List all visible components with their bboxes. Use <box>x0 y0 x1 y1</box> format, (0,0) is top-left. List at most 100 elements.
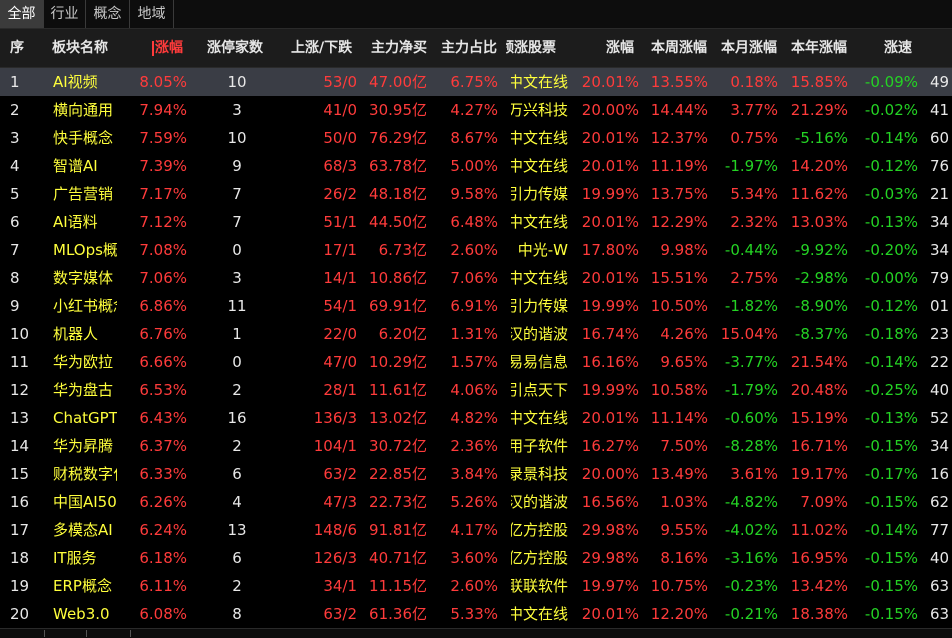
cell-extra: 01 <box>930 297 950 315</box>
table-row[interactable]: 1 AI视频 8.05% 10 53/0 47.00亿 6.75% 中文在线 20.01% 13.… <box>0 68 952 96</box>
cell-week: 10.58% <box>650 381 708 399</box>
cell-year: 15.19% <box>790 409 848 427</box>
cell-chg: 6.76% <box>139 325 187 343</box>
cell-leader: 引力传媒 <box>511 297 568 315</box>
cell-extra: 49 <box>930 73 950 91</box>
cell-netbuy: 10.86亿 <box>369 269 427 287</box>
cell-limit: 7 <box>232 185 242 203</box>
cell-week: 1.03% <box>660 493 708 511</box>
cell-idx: 13 <box>10 409 30 427</box>
table-row[interactable]: 15 财税数字化 6.33% 6 63/2 22.85亿 3.84% 录景科技 20.00% 13… <box>0 460 952 488</box>
table-row[interactable]: 3 快手概念 7.59% 10 50/0 76.29亿 8.67% 中文在线 20.01% 12.… <box>0 124 952 152</box>
cell-speed: -0.12% <box>864 297 918 315</box>
tab-region[interactable]: 地域 <box>130 0 174 28</box>
col-year-change[interactable]: 本年涨幅 <box>791 29 851 67</box>
cell-ratio: 7.06% <box>450 269 498 287</box>
table-header: 序 板块名称 涨幅 涨停家数 上涨/下跌 主力净买 主力占比 领涨股票 涨幅 本… <box>0 29 952 68</box>
table-row[interactable]: 20 Web3.0 6.08% 8 63/2 61.36亿 5.33% 中文在线 20.01% 1… <box>0 600 952 628</box>
cell-lchg: 16.27% <box>581 437 639 455</box>
cell-year: -8.90% <box>794 297 848 315</box>
table-row[interactable]: 10 机器人 6.76% 1 22/0 6.20亿 1.31% 汉的谐波 16.74% 4.26%… <box>0 320 952 348</box>
cell-leader: 中文在线 <box>511 409 568 427</box>
cell-netbuy: 11.15亿 <box>369 577 427 595</box>
col-speed[interactable]: 涨速 <box>884 29 918 67</box>
col-change-sorted[interactable]: 涨幅 <box>152 29 192 67</box>
cell-ratio: 1.31% <box>450 325 498 343</box>
cell-extra: 21 <box>930 185 950 203</box>
col-leading-stock[interactable]: 领涨股票 <box>506 29 570 67</box>
cell-name: 华为昇腾 <box>53 437 114 455</box>
tab-all[interactable]: 全部 <box>0 0 44 28</box>
cell-ratio: 1.57% <box>450 353 498 371</box>
table-row[interactable]: 4 智谱AI 7.39% 9 68/3 63.78亿 5.00% 中文在线 20.01% 11.1… <box>0 152 952 180</box>
col-month-change[interactable]: 本月涨幅 <box>721 29 781 67</box>
table-row[interactable]: 17 多模态AI 6.24% 13 148/6 91.81亿 4.17% 亿方控股 29.98%… <box>0 516 952 544</box>
col-week-change[interactable]: 本周涨幅 <box>651 29 713 67</box>
cell-lchg: 16.74% <box>581 325 639 343</box>
table-row[interactable]: 6 AI语料 7.12% 7 51/1 44.50亿 6.48% 中文在线 20.01% 12.2… <box>0 208 952 236</box>
cell-chg: 6.66% <box>139 353 187 371</box>
cell-netbuy: 48.18亿 <box>369 185 427 203</box>
cell-leader: 中文在线 <box>511 73 568 91</box>
cell-week: 11.14% <box>650 409 708 427</box>
table-row[interactable]: 5 广告营销 7.17% 7 26/2 48.18亿 9.58% 引力传媒 19.99% 13.7… <box>0 180 952 208</box>
cell-lchg: 17.80% <box>581 241 639 259</box>
cell-updown: 63/2 <box>323 605 357 623</box>
col-sector-name[interactable]: 板块名称 <box>52 29 132 67</box>
cell-idx: 12 <box>10 381 30 399</box>
cell-speed: -0.12% <box>864 157 918 175</box>
cell-lchg: 20.01% <box>581 157 639 175</box>
cell-week: 9.98% <box>660 241 708 259</box>
cell-month: -8.28% <box>724 437 778 455</box>
table-row[interactable]: 16 中国AI50 6.26% 4 47/3 22.73亿 5.26% 汉的谐波 16.56% 1… <box>0 488 952 516</box>
cell-ratio: 6.48% <box>450 213 498 231</box>
cell-idx: 2 <box>10 101 20 119</box>
cell-limit: 9 <box>232 157 242 175</box>
col-main-ratio[interactable]: 主力占比 <box>441 29 499 67</box>
cell-name: 机器人 <box>53 325 99 343</box>
col-index[interactable]: 序 <box>10 29 40 67</box>
cell-netbuy: 69.91亿 <box>369 297 427 315</box>
cell-week: 12.29% <box>650 213 708 231</box>
col-limit-up-count[interactable]: 涨停家数 <box>207 29 275 67</box>
table-row[interactable]: 18 IT服务 6.18% 6 126/3 40.71亿 3.60% 亿方控股 29.98% 8.… <box>0 544 952 572</box>
cell-idx: 14 <box>10 437 30 455</box>
table-row[interactable]: 8 数字媒体 7.06% 3 14/1 10.86亿 7.06% 中文在线 20.01% 15.5… <box>0 264 952 292</box>
cell-lchg: 20.00% <box>581 465 639 483</box>
cell-leader: 引力传媒 <box>511 185 568 203</box>
col-up-down[interactable]: 上涨/下跌 <box>291 29 357 67</box>
table-row[interactable]: 19 ERP概念 6.11% 2 34/1 11.15亿 2.60% 联联软件 19.97% 10… <box>0 572 952 600</box>
table-row[interactable]: 14 华为昇腾 6.37% 2 104/1 30.72亿 2.36% 用子软件 16.27% 7.… <box>0 432 952 460</box>
cell-idx: 8 <box>10 269 20 287</box>
cell-year: 14.20% <box>790 157 848 175</box>
cell-limit: 3 <box>232 269 242 287</box>
col-change-label: 涨幅 <box>155 40 183 56</box>
table-row[interactable]: 7 MLOps概念 7.08% 0 17/1 6.73亿 2.60% 中光-W 17.80% 9.… <box>0 236 952 264</box>
cell-leader: 中文在线 <box>511 269 568 287</box>
table-row[interactable]: 12 华为盘古 6.53% 2 28/1 11.61亿 4.06% 引点天下 19.99% 10.… <box>0 376 952 404</box>
tab-industry[interactable]: 行业 <box>44 0 86 28</box>
cell-updown: 51/1 <box>323 213 357 231</box>
cell-idx: 19 <box>10 577 30 595</box>
cell-week: 7.50% <box>660 437 708 455</box>
cell-name: IT服务 <box>53 549 97 567</box>
cell-limit: 6 <box>232 465 242 483</box>
col-leader-change[interactable]: 涨幅 <box>606 29 640 67</box>
cell-limit: 3 <box>232 101 242 119</box>
cell-ratio: 9.58% <box>450 185 498 203</box>
table-row[interactable]: 2 横向通用 7.94% 3 41/0 30.95亿 4.27% 万兴科技 20.00% 14.4… <box>0 96 952 124</box>
table-row[interactable]: 11 华为欧拉 6.66% 0 47/0 10.29亿 1.57% 易易信息 16.16% 9.6… <box>0 348 952 376</box>
cell-extra: 16 <box>930 465 950 483</box>
tab-concept[interactable]: 概念 <box>86 0 130 28</box>
col-net-buy[interactable]: 主力净买 <box>371 29 429 67</box>
cell-netbuy: 76.29亿 <box>369 129 427 147</box>
cell-idx: 6 <box>10 213 20 231</box>
table-row[interactable]: 9 小红书概念 6.86% 11 54/1 69.91亿 6.91% 引力传媒 19.99% 10… <box>0 292 952 320</box>
cell-speed: -0.18% <box>864 325 918 343</box>
cell-idx: 1 <box>10 73 20 91</box>
cell-week: 12.37% <box>650 129 708 147</box>
cell-chg: 6.86% <box>139 297 187 315</box>
cell-leader: 中文在线 <box>511 157 568 175</box>
cell-week: 8.16% <box>660 549 708 567</box>
table-row[interactable]: 13 ChatGPT 6.43% 16 136/3 13.02亿 4.82% 中文在线 20.0… <box>0 404 952 432</box>
